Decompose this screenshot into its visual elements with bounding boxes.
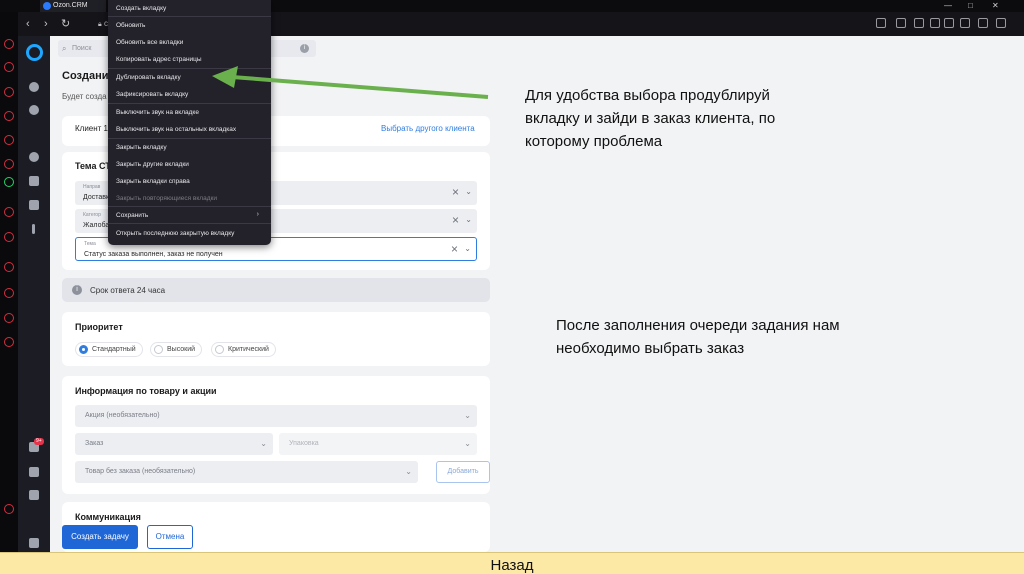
note-line: необходимо выбрать заказ: [556, 340, 745, 357]
annotation-note-duplicate: Для удобства выбора продублируй вкладку …: [525, 84, 775, 153]
annotation-arrow-icon: [212, 66, 489, 99]
back-bar[interactable]: Назад: [0, 552, 1024, 574]
note-line: После заполнения очереди задания нам: [556, 317, 840, 334]
note-line: которому проблема: [525, 133, 663, 150]
annotation-note-order: После заполнения очереди задания нам нео…: [556, 314, 840, 360]
note-line: Для удобства выбора продублируй: [525, 87, 770, 104]
slide: Ozon.CRM — □ ✕ ‹ › ↻ 🔒︎ cr: [0, 0, 1024, 574]
back-link[interactable]: Назад: [0, 557, 1024, 574]
note-line: вкладку и зайди в заказ клиента, по: [525, 110, 776, 127]
